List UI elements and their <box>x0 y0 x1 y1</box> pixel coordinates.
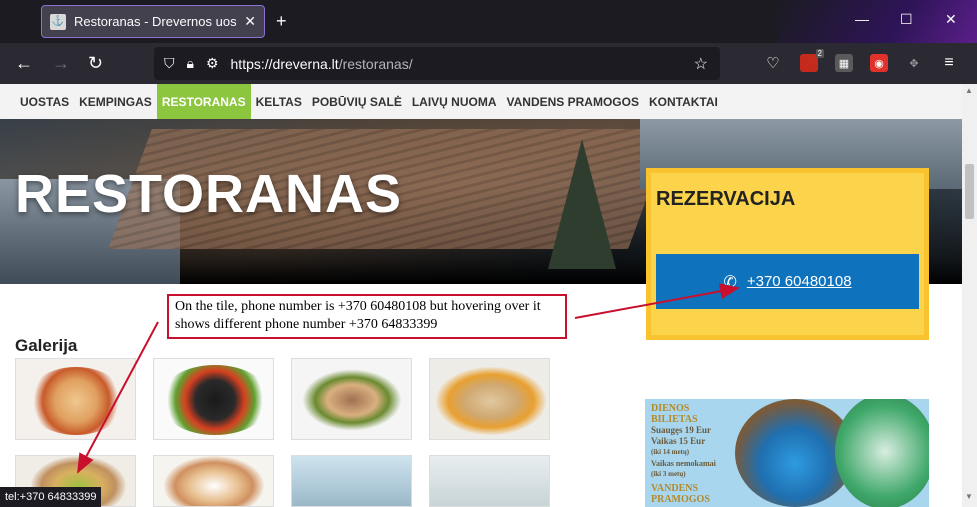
extension-move-icon[interactable]: ✥ <box>905 54 923 72</box>
annotation-callout: On the tile, phone number is +370 604801… <box>167 294 567 339</box>
pocket-icon[interactable]: ♡ <box>764 54 782 72</box>
ublock-badge: 2 <box>815 49 824 58</box>
tab-close-icon[interactable]: ✕ <box>244 13 256 30</box>
ad-line-2: BILIETAS <box>651 414 698 425</box>
gallery-image-2[interactable] <box>153 358 274 440</box>
gallery-image-6[interactable] <box>153 455 274 507</box>
menu-item-kontaktai[interactable]: KONTAKTAI <box>644 84 723 119</box>
ublock-icon[interactable]: 2 <box>800 49 824 72</box>
browser-navbar: ← → ↻ ⛉ 🔒︎ ⚙ https://dreverna.lt/restora… <box>0 43 977 84</box>
forward-arrow-icon[interactable]: → <box>52 53 70 73</box>
link-status-bar: tel:+370 64833399 <box>0 487 102 507</box>
phone-icon: ✆ <box>723 273 737 291</box>
site-favicon-icon: ⚓ <box>50 13 66 30</box>
address-bar[interactable]: ⛉ 🔒︎ ⚙ https://dreverna.lt/restoranas/ ☆ <box>154 47 720 80</box>
site-main-menu: UOSTAS KEMPINGAS RESTORANAS KELTAS POBŪV… <box>0 84 962 119</box>
ad-slide-image <box>835 399 929 507</box>
gallery-image-8[interactable] <box>429 455 550 507</box>
ad-line-8: VANDENS <box>651 483 699 494</box>
extension-grid-icon[interactable]: ▦ <box>835 54 853 72</box>
gallery-image-3[interactable] <box>291 358 412 440</box>
ad-line-9: PRAMOGOS <box>651 494 710 505</box>
ad-line-1: DIENOS <box>651 403 690 414</box>
tab-title: Restoranas - Drevernos uostas <box>74 14 237 29</box>
menu-item-keltas[interactable]: KELTAS <box>251 84 307 119</box>
menu-item-uostas[interactable]: UOSTAS <box>15 84 74 119</box>
browser-titlebar: ⚓ Restoranas - Drevernos uostas ✕ + — ☐ … <box>0 0 977 43</box>
gallery-heading: Galerija <box>15 336 78 355</box>
menu-item-vandens-pramogos[interactable]: VANDENS PRAMOGOS <box>502 84 644 119</box>
ad-line-4: Vaikas 15 Eur <box>651 436 706 446</box>
extension-red-icon[interactable]: ◉ <box>870 54 888 72</box>
ad-line-5: (iki 14 metų) <box>651 448 690 456</box>
shield-icon[interactable]: ⛉ <box>164 55 175 72</box>
scroll-down-arrow-icon[interactable]: ▼ <box>965 492 973 501</box>
reservation-heading: REZERVACIJA <box>656 188 796 210</box>
ad-line-7: (iki 3 metų) <box>651 470 686 478</box>
scroll-up-arrow-icon[interactable]: ▲ <box>965 86 973 95</box>
back-arrow-icon[interactable]: ← <box>15 53 33 73</box>
ad-text-block: DIENOS BILIETAS Suaugęs 19 Eur Vaikas 15… <box>651 403 716 505</box>
reservation-phone-number[interactable]: +370 60480108 <box>747 273 852 290</box>
menu-item-pobuviu-sale[interactable]: POBŪVIŲ SALĖ <box>307 84 407 119</box>
reservation-phone-button[interactable]: ✆ +370 60480108 <box>656 254 919 309</box>
browser-tab[interactable]: ⚓ Restoranas - Drevernos uostas ✕ <box>41 5 265 38</box>
permissions-icon[interactable]: ⚙ <box>206 55 219 72</box>
hero-tree-image <box>548 139 616 269</box>
page-title: RESTORANAS <box>15 164 403 224</box>
ad-line-6: Vaikas nemokamai <box>651 459 716 468</box>
new-tab-button[interactable]: + <box>276 11 287 31</box>
url-text[interactable]: https://dreverna.lt/restoranas/ <box>231 56 413 72</box>
url-host: https://dreverna.lt <box>230 55 339 72</box>
scrollbar-thumb[interactable] <box>965 164 974 219</box>
page-scrollbar[interactable]: ▲ ▼ <box>962 84 977 507</box>
close-window-button[interactable]: ✕ <box>945 11 957 28</box>
reload-icon[interactable]: ↻ <box>88 53 103 73</box>
menu-item-kempingas[interactable]: KEMPINGAS <box>74 84 157 119</box>
gallery-image-7[interactable] <box>291 455 412 507</box>
lock-icon[interactable]: 🔒︎ <box>187 55 194 72</box>
menu-hamburger-icon[interactable]: ≡ <box>940 54 958 72</box>
menu-item-restoranas[interactable]: RESTORANAS <box>156 84 251 119</box>
water-park-ad-banner[interactable]: DIENOS BILIETAS Suaugęs 19 Eur Vaikas 15… <box>645 399 929 507</box>
maximize-button[interactable]: ☐ <box>900 11 913 28</box>
ad-line-3: Suaugęs 19 Eur <box>651 425 712 435</box>
bookmark-star-icon[interactable]: ☆ <box>694 54 708 74</box>
gallery-image-4[interactable] <box>429 358 550 440</box>
menu-item-laivu-nuoma[interactable]: LAIVŲ NUOMA <box>407 84 502 119</box>
url-path: /restoranas/ <box>338 55 413 72</box>
reservation-box: REZERVACIJA ✆ +370 60480108 <box>646 168 929 340</box>
gallery-image-1[interactable] <box>15 358 136 440</box>
minimize-button[interactable]: — <box>855 11 869 27</box>
